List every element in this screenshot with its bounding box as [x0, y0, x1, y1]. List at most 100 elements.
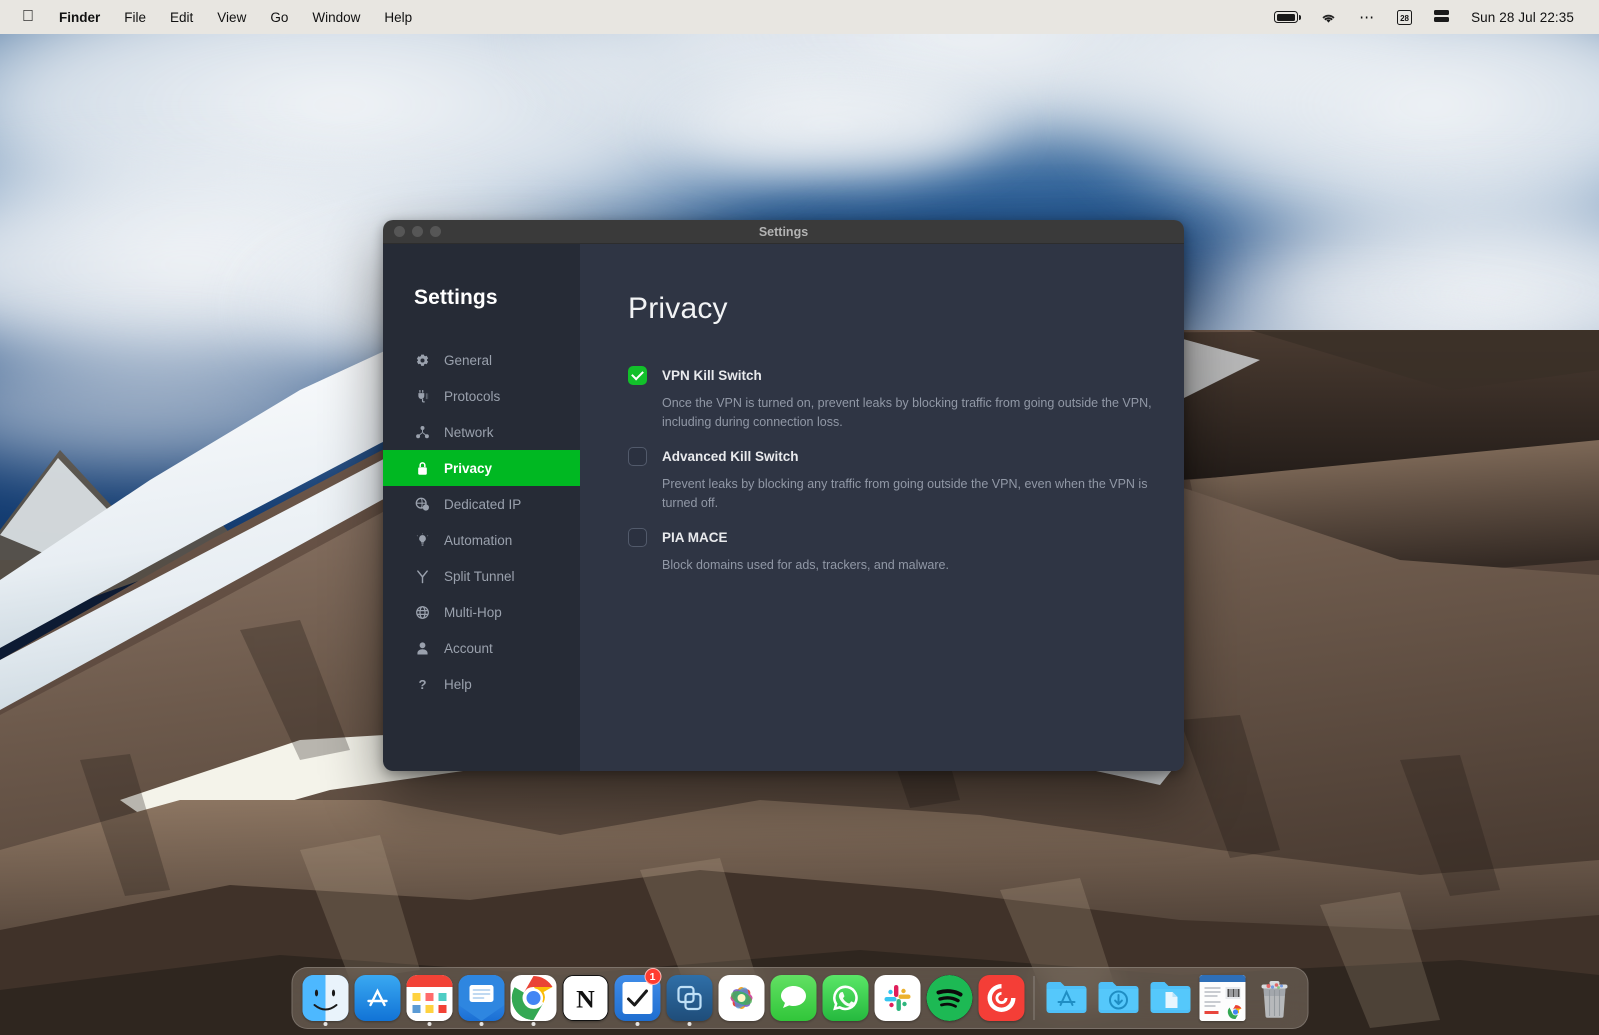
dock-item-documents-folder[interactable] — [1144, 967, 1196, 1029]
calendar-day: 28 — [1397, 10, 1412, 25]
sidebar-item-label: Split Tunnel — [444, 569, 515, 584]
running-indicator — [531, 1022, 535, 1026]
sidebar-item-label: Privacy — [444, 461, 492, 476]
menu-bar-left:  Finder File Edit View Go Window Help — [14, 0, 424, 34]
sidebar-item-label: Dedicated IP — [444, 497, 521, 512]
menu-item-go[interactable]: Go — [258, 0, 300, 34]
dock-item-photos[interactable] — [715, 967, 767, 1029]
wifi-icon[interactable] — [1309, 0, 1348, 34]
folder-icon — [1148, 977, 1192, 1019]
ellipsis-icon[interactable]: ⋯ — [1348, 0, 1386, 34]
sidebar-item-account[interactable]: Account — [383, 630, 580, 666]
menu-item-help[interactable]: Help — [372, 0, 424, 34]
dock-item-recent-file-preview[interactable] — [1196, 967, 1248, 1029]
menu-bar-status: ⋯ 28 Sun 28 Jul 22:35 — [1263, 0, 1585, 34]
document-preview-icon — [1199, 975, 1245, 1021]
dock-item-whatsapp[interactable] — [819, 967, 871, 1029]
menu-item-view[interactable]: View — [205, 0, 258, 34]
calendar-icon[interactable]: 28 — [1386, 0, 1423, 34]
sidebar-item-label: Help — [444, 677, 472, 692]
minimize-button[interactable] — [412, 226, 423, 237]
dock-separator — [1033, 976, 1034, 1020]
cloud — [640, 60, 1020, 190]
window-title-bar[interactable]: Settings — [383, 220, 1184, 244]
running-indicator — [323, 1022, 327, 1026]
window-body: Settings General — [383, 244, 1184, 771]
svg-text:?: ? — [418, 677, 426, 692]
shortcuts-icon — [673, 982, 705, 1014]
sidebar-item-split-tunnel[interactable]: Split Tunnel — [383, 558, 580, 594]
folder-icon — [1096, 977, 1140, 1019]
dock-item-downloads-folder[interactable] — [1092, 967, 1144, 1029]
dock-item-things[interactable]: 1 — [611, 967, 663, 1029]
settings-window: Settings Settings General — [383, 220, 1184, 771]
menu-bar-clock[interactable]: Sun 28 Jul 22:35 — [1460, 0, 1585, 34]
sidebar-item-label: Multi-Hop — [444, 605, 502, 620]
menu-item-edit[interactable]: Edit — [158, 0, 205, 34]
option-description: Block domains used for ads, trackers, an… — [662, 556, 1154, 575]
settings-sidebar: Settings General — [383, 244, 580, 771]
option-pia-mace: PIA MACE Block domains used for ads, tra… — [628, 528, 1184, 575]
control-center-icon[interactable] — [1423, 0, 1460, 34]
app-store-icon — [361, 982, 393, 1014]
network-icon — [414, 424, 430, 440]
dock-item-shortcuts[interactable] — [663, 967, 715, 1029]
menu-item-window[interactable]: Window — [300, 0, 372, 34]
finder-icon — [302, 975, 348, 1021]
checkbox-advanced-kill-switch[interactable] — [628, 447, 647, 466]
dock-item-pocket-casts[interactable] — [975, 967, 1027, 1029]
zoom-button[interactable] — [430, 226, 441, 237]
gear-icon — [414, 352, 430, 368]
battery-icon[interactable] — [1263, 0, 1309, 34]
dock-item-calendar[interactable] — [403, 967, 455, 1029]
whatsapp-icon — [830, 983, 860, 1013]
running-indicator — [635, 1022, 639, 1026]
dock-item-spark-mail[interactable] — [455, 967, 507, 1029]
checkbox-pia-mace[interactable] — [628, 528, 647, 547]
option-row[interactable]: VPN Kill Switch — [628, 366, 1184, 385]
spotify-icon — [926, 975, 972, 1021]
menu-item-file[interactable]: File — [112, 0, 158, 34]
dock-item-finder[interactable] — [299, 967, 351, 1029]
apple-icon[interactable]:  — [14, 0, 47, 34]
option-row[interactable]: Advanced Kill Switch — [628, 447, 1184, 466]
sidebar-item-dedicated-ip[interactable]: Dedicated IP — [383, 486, 580, 522]
window-title: Settings — [383, 225, 1184, 239]
sidebar-item-label: Network — [444, 425, 494, 440]
running-indicator — [427, 1022, 431, 1026]
question-icon: ? — [414, 676, 430, 692]
sidebar-item-multi-hop[interactable]: Multi-Hop — [383, 594, 580, 630]
dock-item-applications-folder[interactable] — [1040, 967, 1092, 1029]
option-description: Once the VPN is turned on, prevent leaks… — [662, 394, 1154, 433]
dock-item-notion[interactable]: N — [559, 967, 611, 1029]
option-vpn-kill-switch: VPN Kill Switch Once the VPN is turned o… — [628, 366, 1184, 433]
dock-item-app-store[interactable] — [351, 967, 403, 1029]
plug-icon — [414, 388, 430, 404]
option-label: VPN Kill Switch — [662, 368, 762, 383]
dock: N 1 — [291, 967, 1308, 1029]
menu-item-finder[interactable]: Finder — [47, 0, 112, 34]
dock-item-messages[interactable] — [767, 967, 819, 1029]
sidebar-item-help[interactable]: ? Help — [383, 666, 580, 702]
dock-item-trash[interactable] — [1248, 967, 1300, 1029]
sidebar-item-privacy[interactable]: Privacy — [383, 450, 580, 486]
dock-item-spotify[interactable] — [923, 967, 975, 1029]
option-row[interactable]: PIA MACE — [628, 528, 1184, 547]
sidebar-item-label: Protocols — [444, 389, 500, 404]
sidebar-item-protocols[interactable]: Protocols — [383, 378, 580, 414]
sidebar-item-automation[interactable]: Automation — [383, 522, 580, 558]
option-advanced-kill-switch: Advanced Kill Switch Prevent leaks by bl… — [628, 447, 1184, 514]
mail-icon — [458, 975, 504, 1021]
dock-item-google-chrome[interactable] — [507, 967, 559, 1029]
trash-icon — [1254, 976, 1294, 1020]
lock-icon — [414, 460, 430, 476]
dock-item-slack[interactable] — [871, 967, 923, 1029]
close-button[interactable] — [394, 226, 405, 237]
page-title: Privacy — [628, 292, 1184, 326]
sidebar-item-network[interactable]: Network — [383, 414, 580, 450]
bulb-icon — [414, 532, 430, 548]
sidebar-item-general[interactable]: General — [383, 342, 580, 378]
checkbox-vpn-kill-switch[interactable] — [628, 366, 647, 385]
notion-icon: N — [563, 975, 607, 1021]
option-label: PIA MACE — [662, 530, 728, 545]
